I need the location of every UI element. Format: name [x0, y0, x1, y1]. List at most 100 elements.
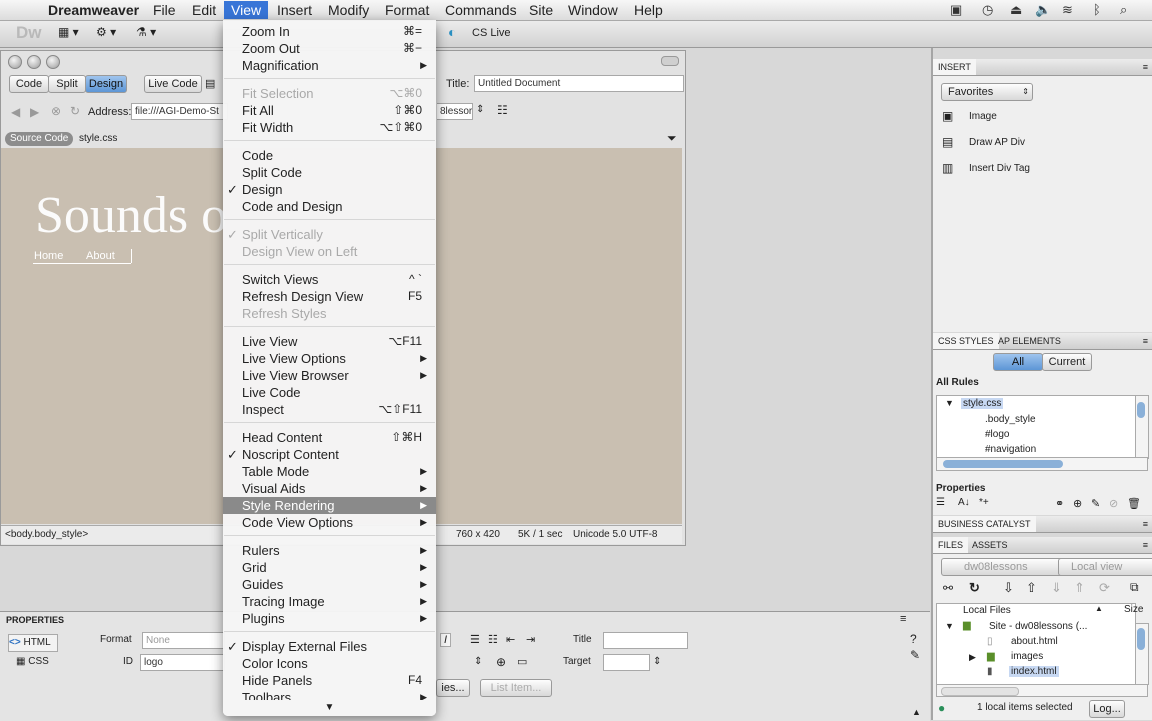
close-window-button[interactable]	[8, 55, 22, 69]
menu-item-display-external-files[interactable]: ✓ Display External Files	[223, 638, 436, 655]
menu-item-live-view[interactable]: Live View ⌥F11	[223, 333, 436, 350]
insert-category-select[interactable]: Favorites ⇕	[941, 83, 1033, 101]
html-mode-button[interactable]: <> HTML	[8, 634, 58, 652]
new-css-rule-icon[interactable]: ⊕	[1073, 497, 1082, 510]
menu-item-code-and-design[interactable]: Code and Design	[223, 198, 436, 215]
list-item-button[interactable]: List Item...	[480, 679, 552, 697]
browse-folder-icon[interactable]: ▭	[517, 655, 527, 668]
live-code-button[interactable]: Live Code	[144, 75, 202, 93]
site-disclosure-icon[interactable]: ▼	[945, 621, 954, 631]
code-view-button[interactable]: Code	[9, 75, 49, 93]
synchronize-icon[interactable]: ⟳	[1099, 580, 1110, 596]
menu-item-design[interactable]: ✓ Design	[223, 181, 436, 198]
bc-panel-menu-icon[interactable]: ≡	[1143, 516, 1148, 532]
files-vertical-scrollbar[interactable]	[1135, 623, 1149, 685]
id-input[interactable]: logo	[140, 654, 225, 671]
source-code-tab[interactable]: Source Code	[5, 132, 74, 146]
address-history-icon[interactable]: ⇕	[476, 104, 484, 115]
menu-item-split-code[interactable]: Split Code	[223, 164, 436, 181]
menu-scroll-down-icon[interactable]: ▼	[223, 700, 436, 716]
tag-selector[interactable]: <body.body_style>	[5, 526, 88, 544]
apple-icon[interactable]	[10, 1, 24, 19]
format-select[interactable]: None	[142, 632, 225, 649]
disclosure-triangle-icon[interactable]: ▼	[945, 398, 954, 408]
quick-tag-editor-icon[interactable]: ✎	[910, 648, 920, 662]
menu-item-magnification[interactable]: Magnification ▶	[223, 57, 436, 74]
menu-item-refresh-styles[interactable]: Refresh Styles	[223, 305, 436, 322]
volume-icon[interactable]: 🔈	[1035, 2, 1051, 18]
files-panel-menu-icon[interactable]: ≡	[1143, 537, 1148, 553]
menu-item-refresh-design-view[interactable]: Refresh Design View F5	[223, 288, 436, 305]
all-mode-button[interactable]: All	[993, 353, 1043, 371]
rules-vertical-scrollbar[interactable]	[1135, 395, 1149, 459]
delete-rule-icon[interactable]: 🗑	[1127, 497, 1141, 510]
refresh-files-icon[interactable]: ↻	[969, 580, 980, 596]
address-input[interactable]: file:///AGI-Demo-St	[131, 103, 228, 120]
panel-menu-icon[interactable]: ≡	[900, 613, 906, 625]
document-title-input[interactable]: Untitled Document	[474, 75, 684, 92]
menu-item-fit-selection[interactable]: Fit Selection ⌥⌘0	[223, 85, 436, 102]
spotlight-search-icon[interactable]: ⌕	[1120, 2, 1127, 18]
menu-item-inspect[interactable]: Inspect ⌥⇧F11	[223, 401, 436, 418]
view-select[interactable]: Local view	[1058, 558, 1152, 576]
file-index-html[interactable]: index.html	[1009, 666, 1059, 677]
menu-item-visual-aids[interactable]: Visual Aids ▶	[223, 480, 436, 497]
menu-item-zoom-out[interactable]: Zoom Out ⌘−	[223, 40, 436, 57]
site-select[interactable]: dw08lessons	[941, 558, 1070, 576]
target-select[interactable]	[603, 654, 650, 671]
menu-item-design-view-on-left[interactable]: Design View on Left	[223, 243, 436, 260]
rule-navigation[interactable]: #navigation	[985, 444, 1036, 455]
menu-item-plugins[interactable]: Plugins ▶	[223, 610, 436, 627]
menu-item-zoom-in[interactable]: Zoom In ⌘=	[223, 23, 436, 40]
edit-rule-icon[interactable]: ✎	[1091, 497, 1100, 510]
menu-insert[interactable]: Insert	[270, 1, 319, 19]
filter-icon[interactable]: ⏷	[667, 131, 677, 146]
css-panel-menu-icon[interactable]: ≡	[1143, 333, 1148, 349]
menu-item-table-mode[interactable]: Table Mode ▶	[223, 463, 436, 480]
folder-images[interactable]: images	[1011, 651, 1043, 662]
rule-style-css[interactable]: style.css	[961, 398, 1004, 409]
local-files-column[interactable]: Local Files	[963, 605, 1011, 616]
menu-item-color-icons[interactable]: Color Icons	[223, 655, 436, 672]
business-catalyst-tab[interactable]: BUSINESS CATALYST	[933, 516, 1036, 532]
refresh-icon[interactable]: ↻	[70, 104, 80, 118]
images-disclosure-icon[interactable]: ▶	[969, 652, 976, 663]
indent-icon[interactable]: ⇥	[526, 633, 535, 646]
eject-icon[interactable]: ⏏	[1010, 2, 1022, 18]
menu-help[interactable]: Help	[627, 1, 670, 19]
current-mode-button[interactable]: Current	[1042, 353, 1092, 371]
show-category-view-icon[interactable]: ☰	[936, 497, 945, 508]
insert-tab[interactable]: INSERT	[933, 59, 976, 75]
target-stepper-icon[interactable]: ⇕	[653, 656, 661, 667]
connect-icon[interactable]: ⚯	[943, 581, 953, 595]
menu-item-guides[interactable]: Guides ▶	[223, 576, 436, 593]
business-catalyst-header[interactable]: BUSINESS CATALYST ≡	[933, 516, 1152, 533]
design-view-button[interactable]: Design	[85, 75, 127, 93]
minimize-window-button[interactable]	[27, 55, 41, 69]
files-tree[interactable]: Local Files ▲ ▼ ▆ Site - dw08lessons (..…	[936, 603, 1136, 685]
outdent-icon[interactable]: ⇤	[506, 633, 515, 646]
split-view-button[interactable]: Split	[48, 75, 86, 93]
get-files-icon[interactable]: ⇩	[1003, 580, 1014, 596]
window-size[interactable]: 760 x 420	[456, 526, 500, 544]
screen-record-icon[interactable]: ▣	[950, 2, 962, 18]
rule-body-style[interactable]: .body_style	[985, 414, 1036, 425]
menu-view[interactable]: View	[224, 1, 269, 19]
menu-item-head-content[interactable]: Head Content ⇧⌘H	[223, 429, 436, 446]
attach-style-sheet-icon[interactable]: ⚭	[1055, 497, 1064, 510]
css-rules-list[interactable]: ▼ style.css .body_style #logo #navigatio…	[936, 395, 1136, 459]
link-stepper-icon[interactable]: ⇕	[474, 656, 482, 667]
menu-site[interactable]: Site	[522, 1, 560, 19]
menu-item-live-view-browser[interactable]: Live View Browser ▶	[223, 367, 436, 384]
menu-item-rulers[interactable]: Rulers ▶	[223, 542, 436, 559]
browser-options-icon[interactable]: ☷	[497, 103, 508, 117]
files-tab[interactable]: FILES	[933, 537, 969, 553]
menu-item-live-view-options[interactable]: Live View Options ▶	[223, 350, 436, 367]
show-alphabetical-view-icon[interactable]: A↓	[958, 497, 970, 508]
site-manager-icon[interactable]: ⚗ ▾	[136, 25, 156, 39]
wifi-icon[interactable]: ≋	[1062, 2, 1073, 18]
show-set-properties-icon[interactable]: *+	[979, 497, 989, 508]
page-properties-button[interactable]: ies...	[436, 679, 470, 697]
cs-live-label[interactable]: CS Live	[472, 27, 511, 39]
insert-panel-menu-icon[interactable]: ≡	[1143, 59, 1148, 75]
